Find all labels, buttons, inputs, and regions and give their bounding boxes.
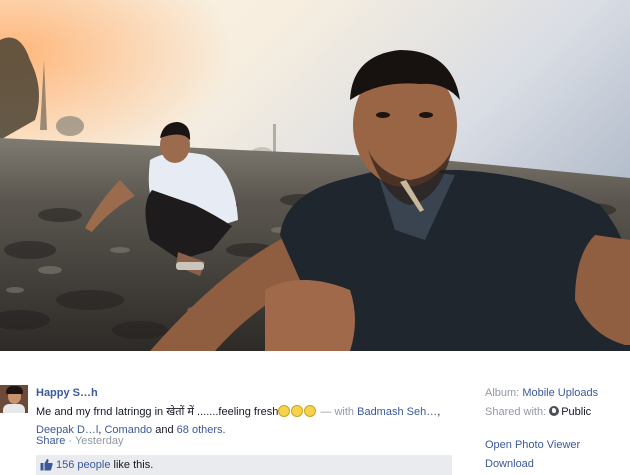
avatar-shirt — [3, 404, 25, 413]
post-photo[interactable] — [0, 0, 630, 351]
post-details: Happy S…h Me and my frnd latringg in खेत… — [0, 375, 470, 475]
grinning-face-icon — [291, 405, 304, 417]
tagged-friend-1[interactable]: Badmash Seh… — [357, 406, 437, 418]
post-timestamp[interactable]: Yesterday — [75, 435, 124, 447]
photo-scene — [0, 0, 630, 351]
others-link[interactable]: 68 others. — [177, 424, 226, 436]
download-row: Download — [485, 458, 534, 470]
grinning-face-icon — [278, 405, 291, 417]
open-photo-viewer-link[interactable]: Open Photo Viewer — [485, 439, 580, 451]
like-count-link[interactable]: 156 people — [56, 459, 110, 471]
photo-divider — [0, 351, 630, 375]
likes-bar: 156 people like this. — [36, 455, 452, 475]
post-meta: Share · Yesterday — [36, 435, 123, 447]
with-prefix: — with — [320, 406, 355, 418]
author-avatar[interactable] — [0, 385, 28, 413]
share-link[interactable]: Share — [36, 435, 65, 447]
album-link[interactable]: Mobile Uploads — [522, 387, 598, 399]
open-viewer-row: Open Photo Viewer — [485, 439, 580, 451]
photo-sidebar: Album: Mobile Uploads Shared with: Publi… — [485, 375, 630, 475]
likes-text: 156 people like this. — [56, 459, 153, 471]
author-name[interactable]: Happy S…h — [36, 387, 98, 399]
album-row: Album: Mobile Uploads — [485, 387, 598, 399]
and-word: and — [155, 424, 174, 436]
privacy-value[interactable]: Public — [561, 406, 591, 418]
album-label: Album: — [485, 387, 520, 399]
like-suffix: like this. — [113, 459, 154, 471]
shared-label: Shared with: — [485, 406, 547, 418]
avatar-hair — [6, 386, 23, 394]
like-icon — [40, 458, 53, 471]
status-text: Me and my frnd latringg in खेतों में ...… — [36, 405, 441, 436]
shared-with-row: Shared with: Public — [485, 406, 591, 418]
status-message: Me and my frnd latringg in खेतों में ...… — [36, 406, 279, 418]
download-link[interactable]: Download — [485, 458, 534, 470]
grinning-face-icon — [304, 405, 317, 417]
globe-icon — [549, 406, 560, 416]
meta-separator: · — [68, 435, 73, 447]
